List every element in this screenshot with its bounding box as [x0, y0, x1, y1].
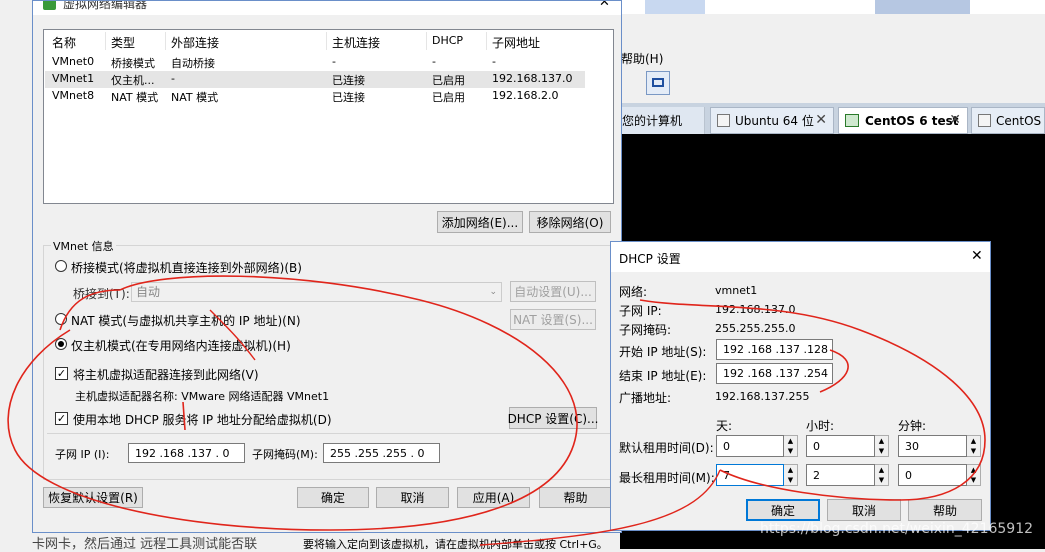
annotation-line — [209, 309, 256, 361]
annotation-arc-top — [59, 289, 121, 331]
annotation-circle-left — [7, 275, 578, 531]
watermark-text: https://blog.csdn.net/weixin_42165912 — [760, 521, 1034, 537]
annotation-hook — [819, 349, 849, 393]
annotation-tick — [182, 401, 186, 431]
annotation-circle-right — [639, 299, 986, 501]
annotation-bottom-arc — [479, 469, 721, 546]
red-annotation-overlay — [7, 275, 986, 546]
